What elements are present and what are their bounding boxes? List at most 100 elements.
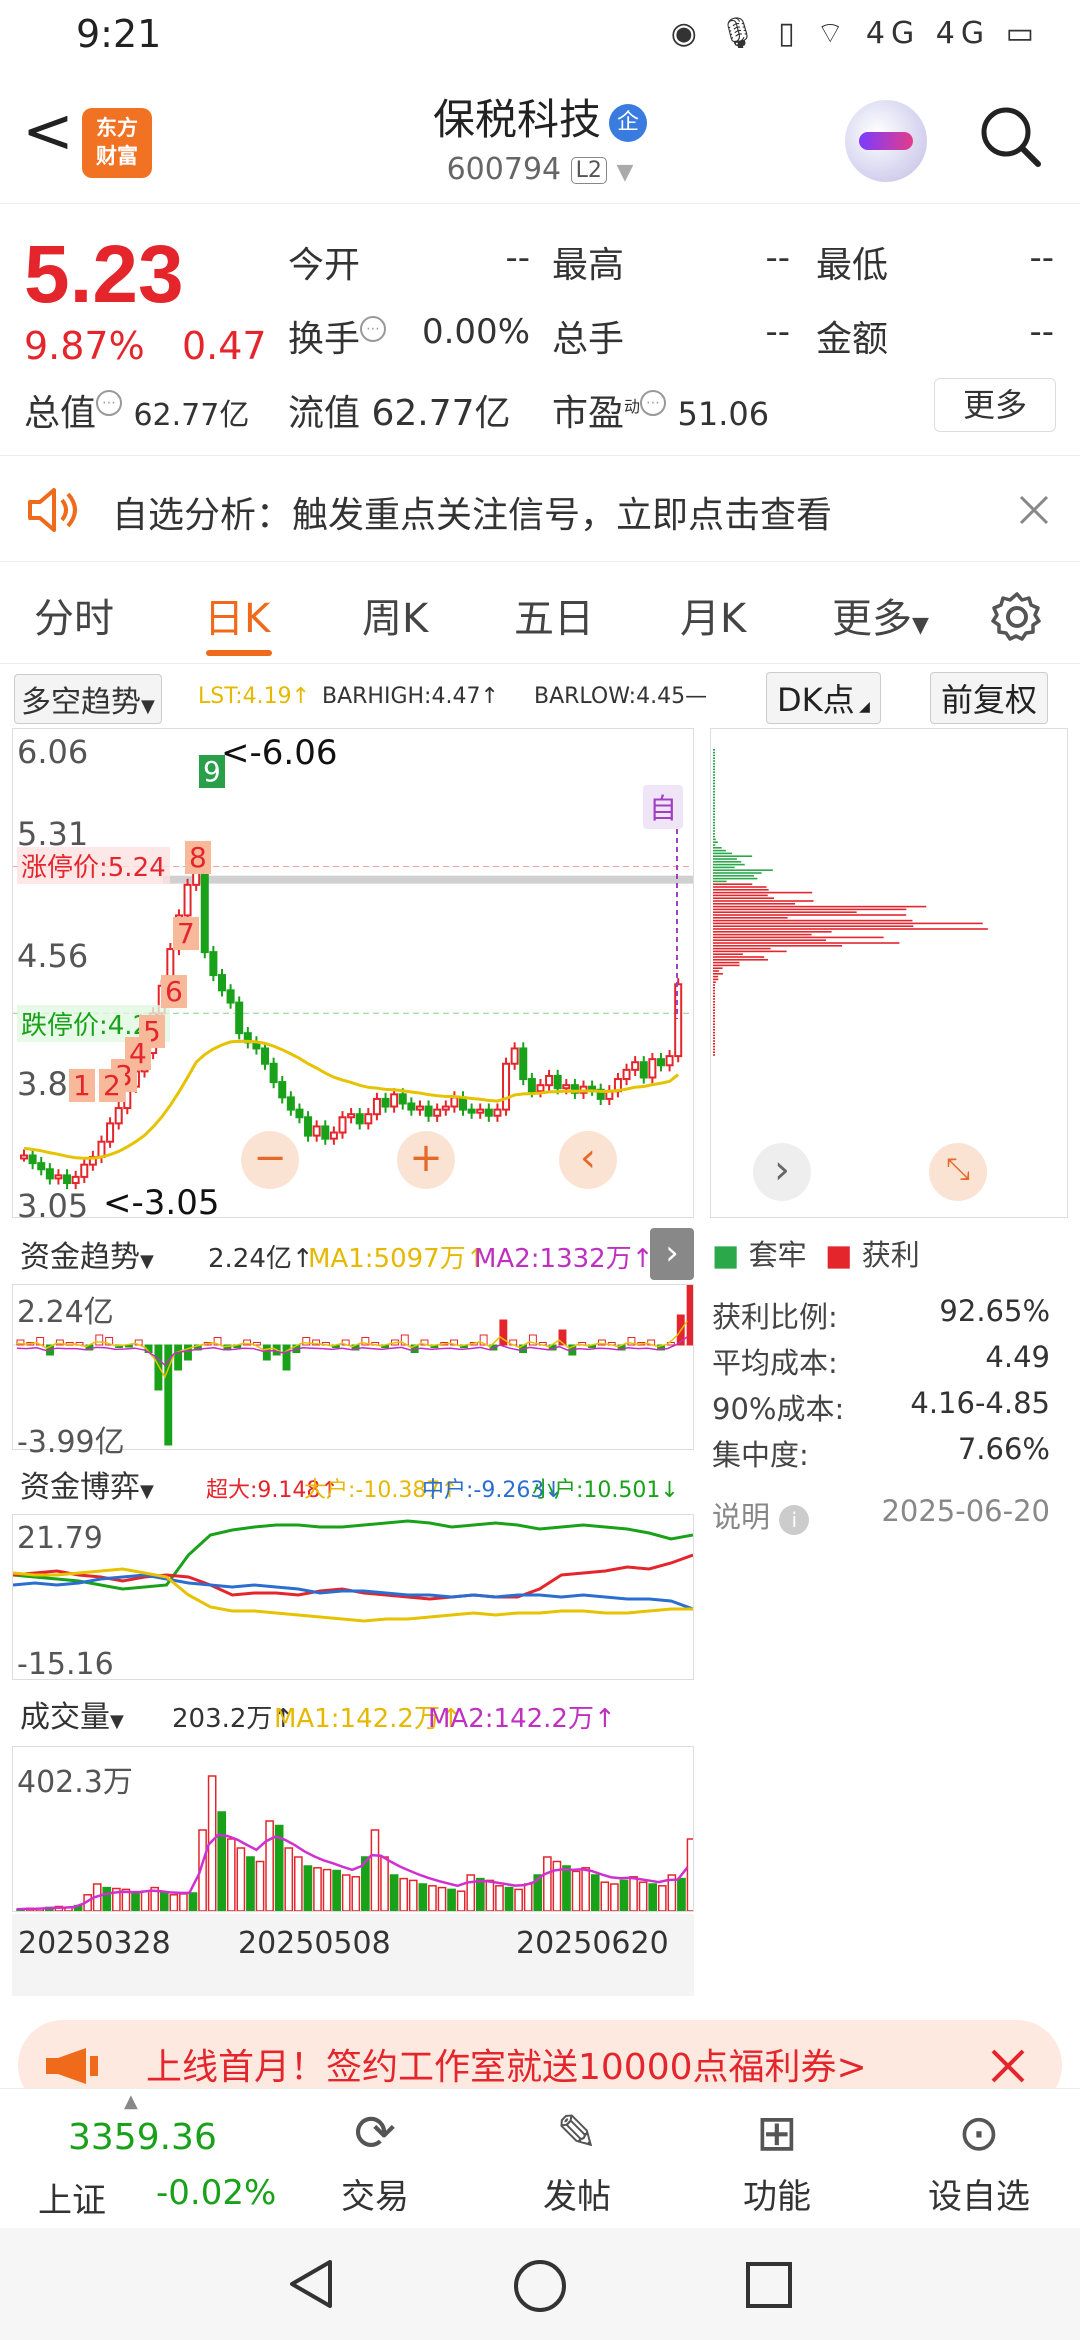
- tab-five-day[interactable]: 五日: [514, 586, 594, 644]
- dist-legend: ■ 套牢 ■ 获利: [712, 1238, 920, 1272]
- index-name[interactable]: 上证: [38, 2173, 106, 2222]
- volume-bar: [590, 1874, 600, 1911]
- high-value: --: [765, 238, 790, 278]
- stock-header: < 东方 财富 保税科技企 600794 L2 ▼: [0, 72, 1080, 204]
- close-icon[interactable]: [988, 2046, 1028, 2086]
- volume-bar: [351, 1876, 361, 1911]
- chip-bar: [713, 1023, 715, 1025]
- signal-badge: 6: [161, 975, 187, 1008]
- chip-bar: [713, 810, 715, 813]
- volume-bar: [159, 1892, 169, 1911]
- period-tabs: 分时 日K 周K 五日 月K 更多▼: [0, 564, 1080, 664]
- chip-bar: [713, 981, 716, 983]
- recents-square-icon[interactable]: [744, 2260, 794, 2310]
- chip-bar: [713, 833, 715, 835]
- dk-point-button[interactable]: DK点 ◢: [766, 672, 881, 724]
- expand-icon[interactable]: ⤡: [929, 1143, 987, 1201]
- fund-trend-selector[interactable]: 资金趋势▼: [14, 1230, 160, 1278]
- chip-bar: [713, 1009, 715, 1011]
- chip-bar: [713, 894, 768, 897]
- candle: [433, 1108, 442, 1117]
- candle: [321, 1125, 330, 1140]
- tab-more[interactable]: 更多▼: [832, 586, 929, 644]
- chip-bar: [713, 760, 715, 762]
- indicator-selector[interactable]: 多空趋势▼: [14, 674, 162, 724]
- scroll-left-button[interactable]: ‹: [559, 1131, 617, 1189]
- volume-bar: [341, 1874, 351, 1911]
- chip-bar: [713, 830, 715, 832]
- robot-avatar[interactable]: [845, 100, 927, 182]
- candle: [114, 1107, 123, 1125]
- volume-bar: [686, 1838, 693, 1911]
- chip-bar: [713, 774, 715, 776]
- chip-bar: [713, 875, 754, 877]
- low-value: --: [1029, 238, 1054, 278]
- nav-functions[interactable]: ⊞ 功能: [702, 2103, 852, 2218]
- chip-bar: [713, 897, 774, 899]
- volume-bar: [447, 1888, 456, 1911]
- nav-set-watchlist[interactable]: ⊙ 设自选: [904, 2103, 1054, 2218]
- home-circle-icon[interactable]: [512, 2258, 568, 2314]
- chip-bar: [713, 872, 762, 874]
- chevron-right-icon[interactable]: ›: [753, 1143, 811, 1201]
- notice-bar[interactable]: 自选分析：触发重点关注信号，立即点击查看: [0, 458, 1080, 562]
- volume-bar: [648, 1883, 658, 1911]
- fund-game-selector[interactable]: 资金博弈▼: [14, 1460, 160, 1508]
- adjust-button[interactable]: 前复权: [930, 672, 1049, 724]
- zoom-in-button[interactable]: +: [397, 1131, 455, 1189]
- nav-post[interactable]: ✎ 发帖: [502, 2103, 652, 2218]
- more-button[interactable]: 更多: [934, 378, 1056, 432]
- candle: [200, 859, 209, 954]
- chip-bar: [713, 973, 723, 975]
- candle: [209, 951, 218, 977]
- search-icon[interactable]: [976, 102, 1044, 170]
- tab-intraday[interactable]: 分时: [34, 586, 114, 644]
- nav-trade[interactable]: ⟳ 交易: [300, 2103, 450, 2218]
- indicator-row: 多空趋势▼ LST:4.19↑ BARHIGH:4.47↑ BARLOW:4.4…: [0, 670, 1080, 724]
- tab-weekly[interactable]: 周K: [362, 586, 428, 644]
- tab-monthly[interactable]: 月K: [680, 586, 746, 644]
- volume-bar: [638, 1881, 648, 1911]
- fund-trend-ma2: MA2:1332万↑: [474, 1244, 654, 1274]
- chip-bar: [713, 984, 715, 986]
- explain-link[interactable]: 说明 i: [712, 1494, 810, 1536]
- volume-bar: [332, 1869, 341, 1911]
- candle: [28, 1154, 37, 1165]
- candle: [622, 1068, 631, 1081]
- barhigh-value: BARHIGH:4.47↑: [322, 684, 499, 709]
- gear-icon[interactable]: [990, 590, 1044, 644]
- system-nav: [0, 2228, 1080, 2340]
- amount-value: --: [1029, 312, 1054, 352]
- fund-bar: [95, 1334, 104, 1346]
- index-change[interactable]: -0.02%: [156, 2173, 276, 2213]
- fund-bar: [282, 1344, 291, 1371]
- tab-daily[interactable]: 日K: [204, 586, 270, 644]
- candle: [450, 1096, 459, 1108]
- back-triangle-icon[interactable]: [286, 2258, 336, 2310]
- low-label: 最低: [816, 245, 889, 286]
- fund-bar: [302, 1337, 311, 1346]
- yen-refresh-icon: ⟳: [354, 2104, 396, 2162]
- volume-bar: [629, 1876, 638, 1911]
- chevron-right-icon[interactable]: ›: [650, 1228, 694, 1280]
- candle: [493, 1108, 502, 1117]
- chip-bar: [713, 1043, 715, 1045]
- volume-bar: [313, 1867, 322, 1911]
- index-value[interactable]: 3359.36: [68, 2117, 217, 2158]
- volume-bar: [677, 1877, 686, 1911]
- fund-trend-value: 2.24亿↑: [208, 1244, 314, 1274]
- chip-bar: [713, 1001, 715, 1003]
- zoom-out-button[interactable]: −: [241, 1131, 299, 1189]
- chip-bar: [713, 964, 740, 967]
- chip-bar: [713, 886, 767, 888]
- close-icon[interactable]: [1018, 494, 1050, 526]
- volume-bar: [495, 1885, 504, 1911]
- kline-chart[interactable]: 6.06 5.31 4.56 3.80 3.05 <-6.06 <-3.05 涨…: [12, 728, 694, 1225]
- info-icon: ⋯: [96, 390, 123, 416]
- l2-badge: L2: [570, 157, 607, 184]
- chip-bar: [713, 1003, 715, 1006]
- volume-bar: [246, 1856, 255, 1911]
- candle: [639, 1061, 648, 1079]
- chip-bar: [713, 1031, 715, 1034]
- volume-selector[interactable]: 成交量▼: [14, 1690, 130, 1738]
